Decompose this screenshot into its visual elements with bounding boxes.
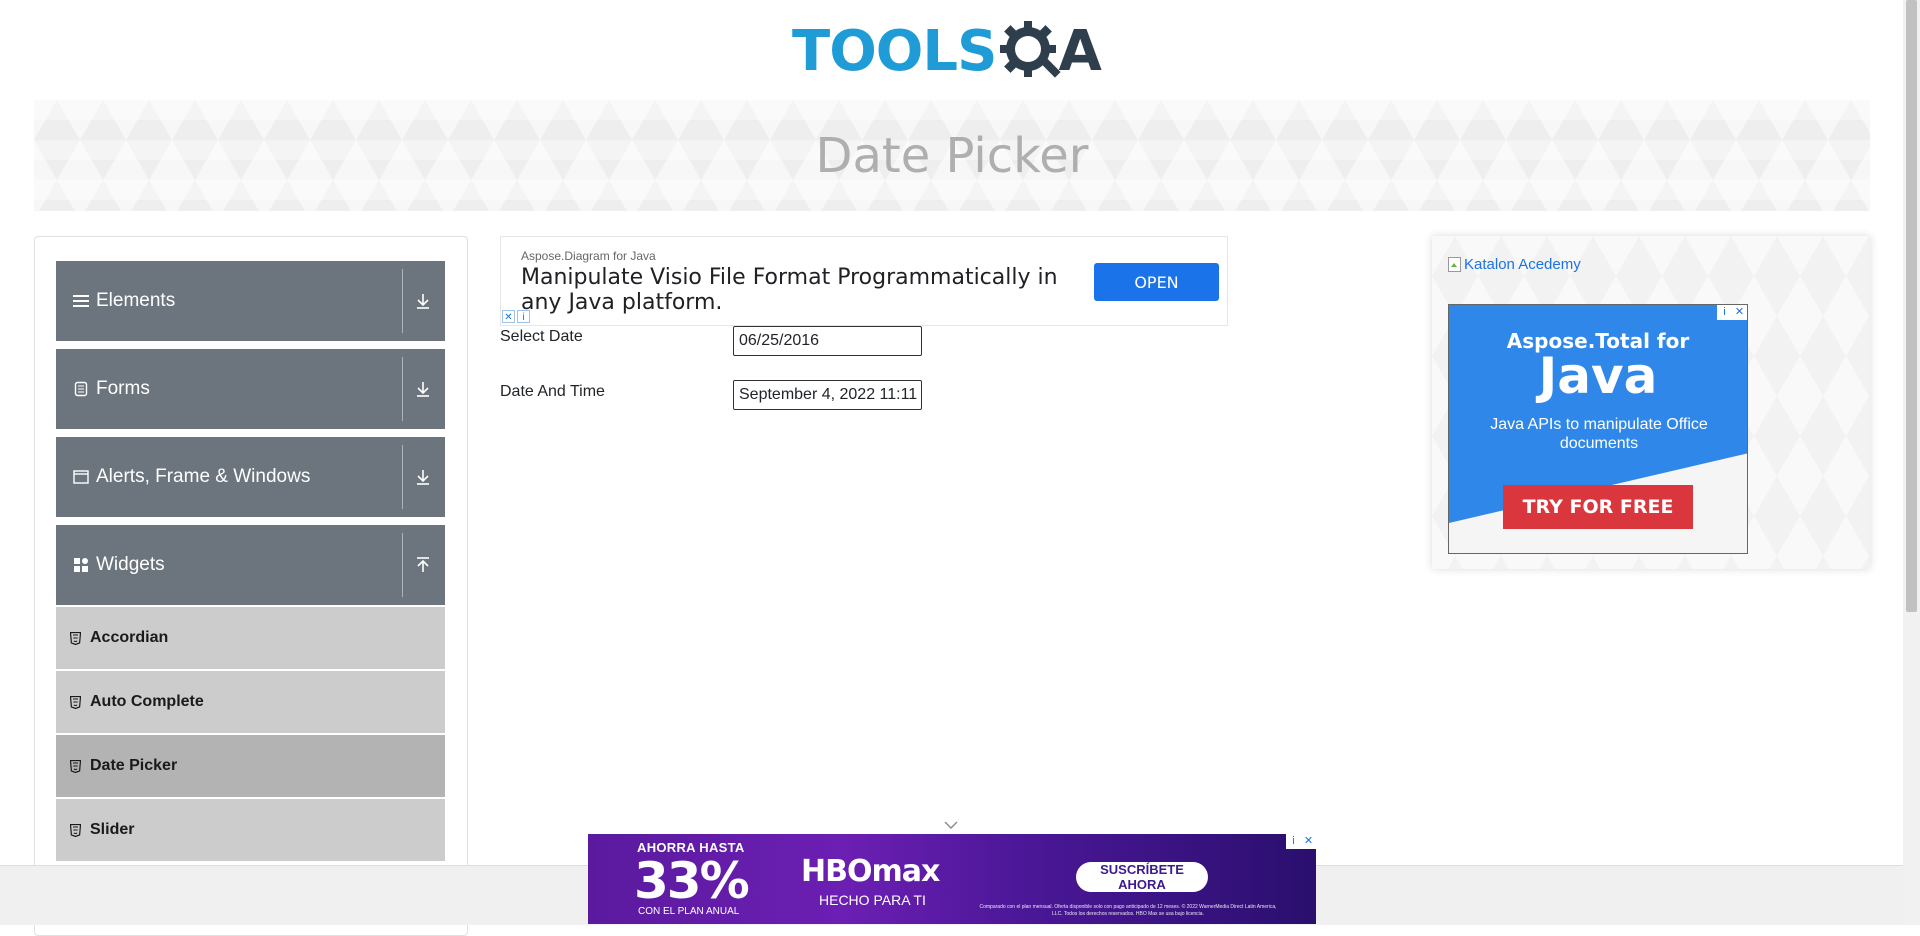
broken-image-icon xyxy=(1448,256,1461,272)
toolsqa-logo[interactable]: TOOLS A xyxy=(792,14,1122,90)
hbomax-ad[interactable]: AHORRA HASTA 33% CON EL PLAN ANUAL HBOma… xyxy=(588,834,1316,924)
ad-open-button[interactable]: OPEN xyxy=(1094,263,1219,301)
select-date-input[interactable]: 06/25/2016 xyxy=(733,326,922,356)
document-icon xyxy=(72,380,90,398)
ad-line3: CON EL PLAN ANUAL xyxy=(638,906,740,917)
window-icon xyxy=(72,468,90,486)
divider xyxy=(402,445,403,509)
ad-discount: 33% xyxy=(634,852,750,910)
ad-fine-print: Comparado con el plan mensual. Oferta di… xyxy=(979,904,1277,917)
sidebar-group-elements[interactable]: Elements xyxy=(56,261,445,341)
sidebar-group-label: Forms xyxy=(96,378,150,399)
logo-text-a: A xyxy=(1058,19,1102,84)
ad-close-icon[interactable]: ✕ xyxy=(1732,305,1747,320)
hbomax-logo: HBOmax xyxy=(801,854,940,889)
chevron-down-icon[interactable] xyxy=(942,818,960,830)
sidebar-group-label: Elements xyxy=(96,290,176,311)
hamburger-icon xyxy=(72,292,90,310)
scrollbar-thumb[interactable] xyxy=(1906,0,1917,612)
aspose-total-ad[interactable]: Aspose.Total for Java Java APIs to manip… xyxy=(1448,304,1748,554)
ad-line3: Java APIs to manipulate Office documents xyxy=(1490,416,1708,452)
gear-magnifier-icon xyxy=(998,19,1064,85)
html5-icon xyxy=(70,631,82,645)
divider xyxy=(402,269,403,333)
sidebar-group-widgets[interactable]: Widgets xyxy=(56,525,445,605)
sidebar-group-label: Alerts, Frame & Windows xyxy=(96,466,311,487)
ad-choices[interactable]: i ✕ xyxy=(1286,834,1316,849)
sidebar-item-date-picker[interactable]: Date Picker xyxy=(56,735,445,797)
sidebar-item-label: Slider xyxy=(90,821,135,838)
right-ad-container: Katalon Acedemy Aspose.Total for Java Ja… xyxy=(1432,236,1870,569)
ad-sponsor: Aspose.Diagram for Java xyxy=(521,249,656,263)
aspose-diagram-ad[interactable]: Aspose.Diagram for Java Manipulate Visio… xyxy=(500,236,1228,326)
sidebar-item-auto-complete[interactable]: Auto Complete xyxy=(56,671,445,733)
ad-tagline: HECHO PARA TI xyxy=(819,892,926,908)
divider xyxy=(402,357,403,421)
page-title: Date Picker xyxy=(815,127,1089,184)
html5-icon xyxy=(70,759,82,773)
page-banner: Date Picker xyxy=(34,100,1870,211)
sidebar-item-label: Accordian xyxy=(90,629,169,646)
ad-info-icon[interactable]: i xyxy=(1286,834,1301,849)
select-date-label: Select Date xyxy=(500,328,583,345)
date-and-time-input[interactable]: September 4, 2022 11:11 AM xyxy=(733,380,922,410)
divider xyxy=(402,533,403,597)
sidebar-item-label: Date Picker xyxy=(90,757,178,774)
grid-icon xyxy=(72,556,90,574)
ad-close-icon[interactable]: ✕ xyxy=(1301,834,1316,849)
html5-icon xyxy=(70,695,82,709)
ad-choices[interactable]: ✕ i xyxy=(502,310,530,323)
katalon-link-text: Katalon Acedemy xyxy=(1464,256,1581,273)
sidebar-item-slider[interactable]: Slider xyxy=(56,799,445,861)
ad-close-icon[interactable]: ✕ xyxy=(502,310,515,323)
date-and-time-label: Date And Time xyxy=(500,383,605,400)
sidebar-group-alerts-frame-windows[interactable]: Alerts, Frame & Windows xyxy=(56,437,445,517)
logo-text-tools: TOOLS xyxy=(792,19,997,84)
sidebar-group-label: Widgets xyxy=(96,554,165,575)
katalon-academy-link[interactable]: Katalon Acedemy xyxy=(1448,256,1581,273)
sidebar-item-label: Auto Complete xyxy=(90,693,204,710)
ad-headline[interactable]: Manipulate Visio File Format Programmati… xyxy=(521,265,1081,315)
html5-icon xyxy=(70,823,82,837)
upload-arrow-icon[interactable] xyxy=(411,553,435,577)
sidebar-item-accordian[interactable]: Accordian xyxy=(56,607,445,669)
page-scrollbar[interactable] xyxy=(1903,0,1920,924)
subscribe-button[interactable]: SUSCRÍBETE AHORA xyxy=(1076,862,1208,892)
sidebar-group-forms[interactable]: Forms xyxy=(56,349,445,429)
download-arrow-icon[interactable] xyxy=(411,377,435,401)
ad-line2: Java xyxy=(1538,347,1658,405)
download-arrow-icon[interactable] xyxy=(411,289,435,313)
ad-info-icon[interactable]: i xyxy=(1717,305,1732,320)
ad-info-icon[interactable]: i xyxy=(517,310,530,323)
ad-choices[interactable]: i ✕ xyxy=(1717,305,1747,320)
download-arrow-icon[interactable] xyxy=(411,465,435,489)
try-for-free-button[interactable]: TRY FOR FREE xyxy=(1503,485,1693,529)
